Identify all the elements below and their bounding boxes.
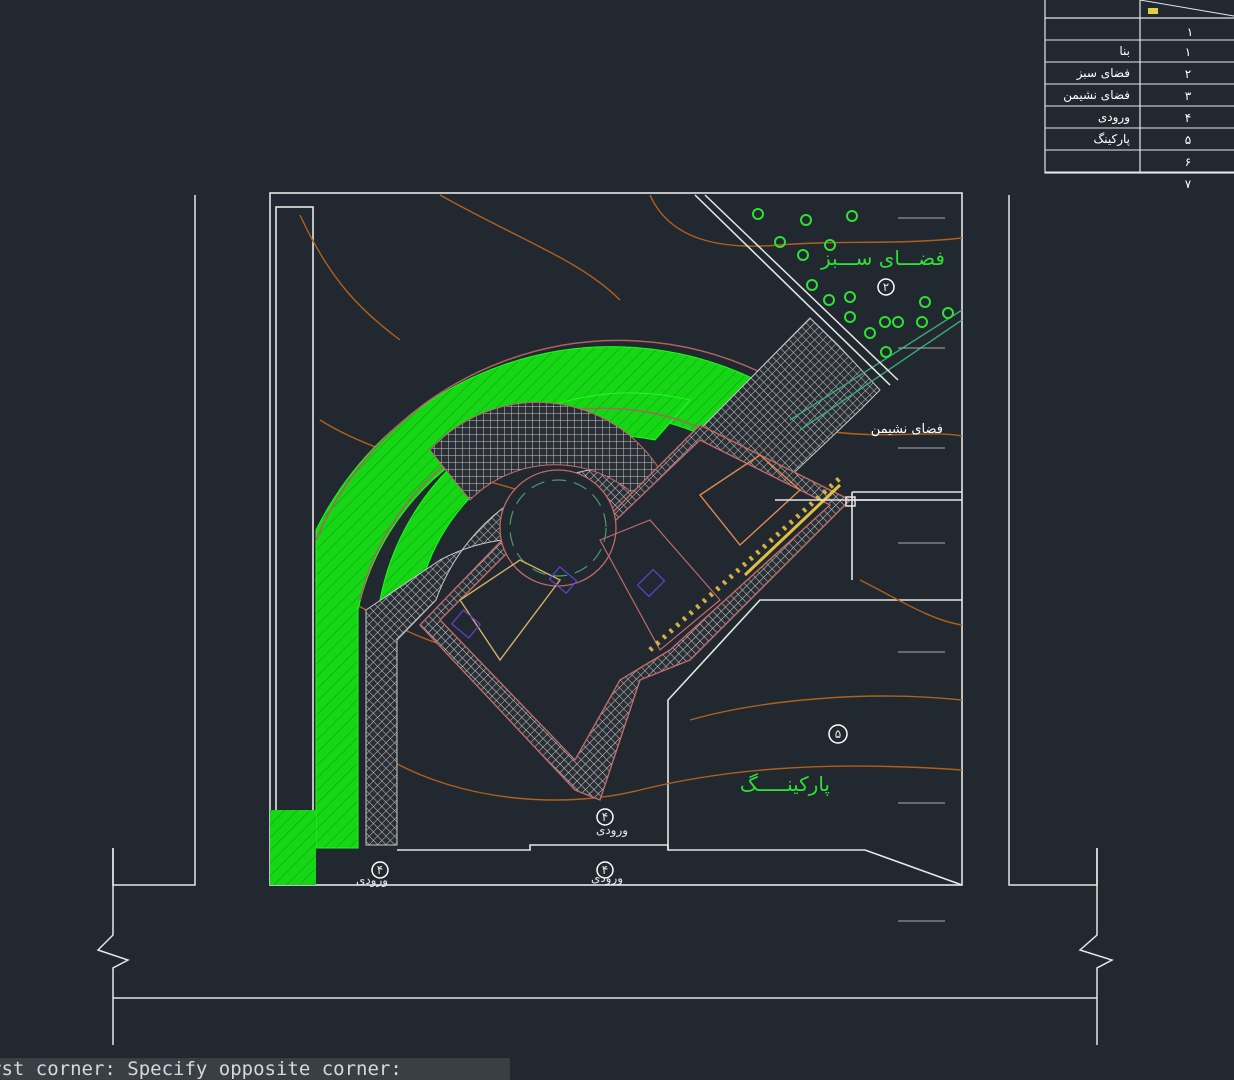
command-line[interactable]: rst corner: Specify opposite corner: [0, 1058, 510, 1080]
label-parking: پارکینـــــگ [740, 772, 830, 797]
legend-row-number: ۴ [1185, 111, 1191, 125]
drawing-canvas[interactable]: فضـــای ســـبز فضای نشیمن پارکینـــــگ و… [0, 0, 1234, 1080]
legend-row-number: ۶ [1185, 155, 1191, 169]
marker-parking-5: ۵ [828, 724, 848, 744]
legend-row-number: ۷ [1185, 177, 1192, 191]
legend-row-number: ۵ [1185, 133, 1191, 147]
legend-row-number: ۱ [1185, 45, 1191, 59]
legend-row-number: ۳ [1185, 89, 1192, 103]
legend-header-number: ۱ [1187, 25, 1193, 39]
level-markers [898, 217, 945, 922]
label-sitting-space: فضای نشیمن [871, 422, 943, 437]
legend-row-name: پارکینگ [1094, 132, 1131, 147]
marker-entry-left: ۴ [371, 861, 389, 879]
legend-row-name: بنا [1119, 44, 1130, 58]
marker-green-2: ۲ [877, 278, 895, 296]
svg-text:۵: ۵ [835, 727, 841, 741]
label-entrance-left: ورودی [356, 873, 388, 888]
legend-row-name: فضای نشیمن [1063, 88, 1130, 103]
legend-row-number: ۲ [1185, 67, 1191, 81]
svg-text:۲: ۲ [883, 280, 889, 294]
legend-table: ۱ ۱ بنا ۲ فضای سبز ۳ فضای نشیمن ۴ ورودی ۵ پارکینگ… [1044, 0, 1234, 191]
svg-text:۴: ۴ [377, 863, 383, 877]
legend-row-name: فضای سبز [1076, 66, 1130, 81]
legend-row-name: ورودی [1098, 110, 1130, 125]
marker-entry-mid: ۴ [596, 808, 614, 826]
label-entrance-right: ورودی [591, 871, 623, 886]
svg-text:۴: ۴ [602, 810, 608, 824]
marker-entry-right: ۴ ورودی [591, 861, 623, 886]
label-entrance-main: ورودی [596, 823, 628, 838]
label-green-space: فضـــای ســـبز [820, 246, 945, 270]
